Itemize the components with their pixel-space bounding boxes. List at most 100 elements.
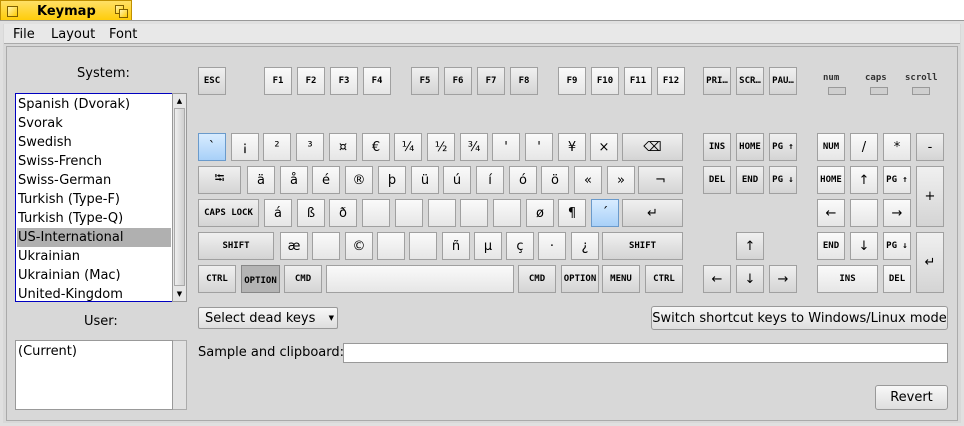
key--[interactable]: © (345, 232, 373, 260)
key--[interactable]: ↑ (850, 166, 878, 194)
key--[interactable]: á (264, 199, 292, 227)
key-f3[interactable]: F3 (330, 67, 358, 95)
key-menu[interactable]: MENU (602, 265, 640, 293)
key-blank[interactable] (395, 199, 423, 227)
key-num[interactable]: NUM (817, 133, 845, 161)
key--[interactable]: ↓ (850, 232, 878, 260)
key--[interactable]: ² (263, 133, 291, 161)
user-list-scrollbar[interactable] (172, 340, 187, 410)
key--[interactable]: ü (411, 166, 439, 194)
key-f8[interactable]: F8 (510, 67, 538, 95)
key--[interactable]: ¬ (638, 166, 683, 194)
close-icon[interactable] (7, 6, 18, 17)
key-blank[interactable] (326, 265, 514, 293)
key-end[interactable]: END (736, 166, 764, 194)
revert-button[interactable]: Revert (875, 385, 948, 410)
key-pg-[interactable]: PG ↑ (883, 166, 911, 194)
key-f4[interactable]: F4 (363, 67, 391, 95)
key-f10[interactable]: F10 (591, 67, 619, 95)
user-keymap-list[interactable]: (Current) (15, 340, 173, 410)
key-blank[interactable] (377, 232, 405, 260)
key-ins[interactable]: INS (817, 265, 878, 293)
key-cmd[interactable]: CMD (518, 265, 556, 293)
list-item[interactable]: Swedish (17, 133, 171, 152)
key--[interactable]: ↵ (916, 232, 944, 293)
key-blank[interactable] (493, 199, 521, 227)
key--[interactable]: * (883, 133, 911, 161)
key-f7[interactable]: F7 (477, 67, 505, 95)
key-ctrl[interactable]: CTRL (645, 265, 683, 293)
key--[interactable]: ¥ (558, 133, 586, 161)
key-pri-[interactable]: PRI… (703, 67, 731, 95)
key-ctrl[interactable]: CTRL (198, 265, 236, 293)
key-option[interactable]: OPTION (561, 265, 599, 293)
key--[interactable]: ↵ (622, 199, 683, 227)
list-item[interactable]: Spanish (Dvorak) (17, 95, 171, 114)
key-ins[interactable]: INS (703, 133, 731, 161)
system-list-scrollbar[interactable]: ▲ ▼ (172, 93, 187, 302)
key--[interactable]: ⌫ (622, 133, 683, 161)
key-f1[interactable]: F1 (264, 67, 292, 95)
key--[interactable]: ö (541, 166, 569, 194)
key--[interactable]: ¿ (571, 232, 599, 260)
menu-layout[interactable]: Layout (51, 27, 95, 42)
key-caps-lock[interactable]: CAPS LOCK (198, 199, 259, 227)
key--[interactable]: ¼ (394, 133, 422, 161)
key--[interactable]: « (574, 166, 602, 194)
scrollbar-thumb[interactable] (174, 108, 185, 286)
key--[interactable]: - (916, 133, 944, 161)
window-tab[interactable]: Keymap (0, 0, 132, 22)
key--[interactable]: ` (198, 133, 226, 161)
key--[interactable]: µ (474, 232, 502, 260)
key-blank[interactable] (362, 199, 390, 227)
key--[interactable]: » (607, 166, 635, 194)
key-del[interactable]: DEL (703, 166, 731, 194)
key--[interactable]: ¤ (329, 133, 357, 161)
key--[interactable]: → (769, 265, 797, 293)
key-option[interactable]: OPTION (241, 265, 280, 293)
key-f2[interactable]: F2 (297, 67, 325, 95)
key--[interactable]: → (883, 199, 911, 227)
key--[interactable]: ó (509, 166, 537, 194)
key--[interactable]: · (538, 232, 566, 260)
key--[interactable]: þ (378, 166, 406, 194)
list-item[interactable]: Swiss-German (17, 171, 171, 190)
key-blank[interactable] (409, 232, 437, 260)
key-pau-[interactable]: PAU… (769, 67, 797, 95)
key-f9[interactable]: F9 (558, 67, 586, 95)
key-blank[interactable] (460, 199, 488, 227)
key-blank[interactable] (850, 199, 878, 227)
key--[interactable]: ↓ (736, 265, 764, 293)
key-home[interactable]: HOME (736, 133, 764, 161)
key--[interactable]: ð (329, 199, 357, 227)
key--[interactable]: æ (280, 232, 308, 260)
list-item[interactable]: United-Kingdom (17, 285, 171, 304)
key-f12[interactable]: F12 (657, 67, 685, 95)
key-esc[interactable]: ESC (198, 67, 226, 95)
key--[interactable]: ¶ (558, 199, 586, 227)
list-item[interactable]: US-International (17, 228, 171, 247)
scroll-up-icon[interactable]: ▲ (174, 95, 185, 107)
key-shift[interactable]: SHIFT (602, 232, 683, 260)
sample-input[interactable] (343, 343, 948, 363)
key-scr-[interactable]: SCR… (736, 67, 764, 95)
key--[interactable]: ½ (427, 133, 455, 161)
key--[interactable]: ç (506, 232, 534, 260)
key--[interactable]: ¾ (460, 133, 488, 161)
menu-font[interactable]: Font (109, 27, 137, 42)
key--[interactable]: + (916, 166, 944, 227)
key--[interactable]: × (590, 133, 618, 161)
key-del[interactable]: DEL (883, 265, 911, 293)
key--[interactable]: ´ (591, 199, 619, 227)
key--[interactable]: ® (345, 166, 373, 194)
list-item[interactable]: Ukrainian (17, 247, 171, 266)
key-f11[interactable]: F11 (624, 67, 652, 95)
scroll-down-icon[interactable]: ▼ (174, 288, 185, 300)
key--[interactable]: é (312, 166, 340, 194)
key-f6[interactable]: F6 (444, 67, 472, 95)
key--[interactable]: ³ (296, 133, 324, 161)
key--[interactable]: ä (247, 166, 275, 194)
system-keymap-list[interactable]: Spanish (Dvorak) Svorak Swedish Swiss-Frenc… (15, 93, 173, 302)
list-item[interactable]: Svorak (17, 114, 171, 133)
key--[interactable]: ↑ (736, 232, 764, 260)
